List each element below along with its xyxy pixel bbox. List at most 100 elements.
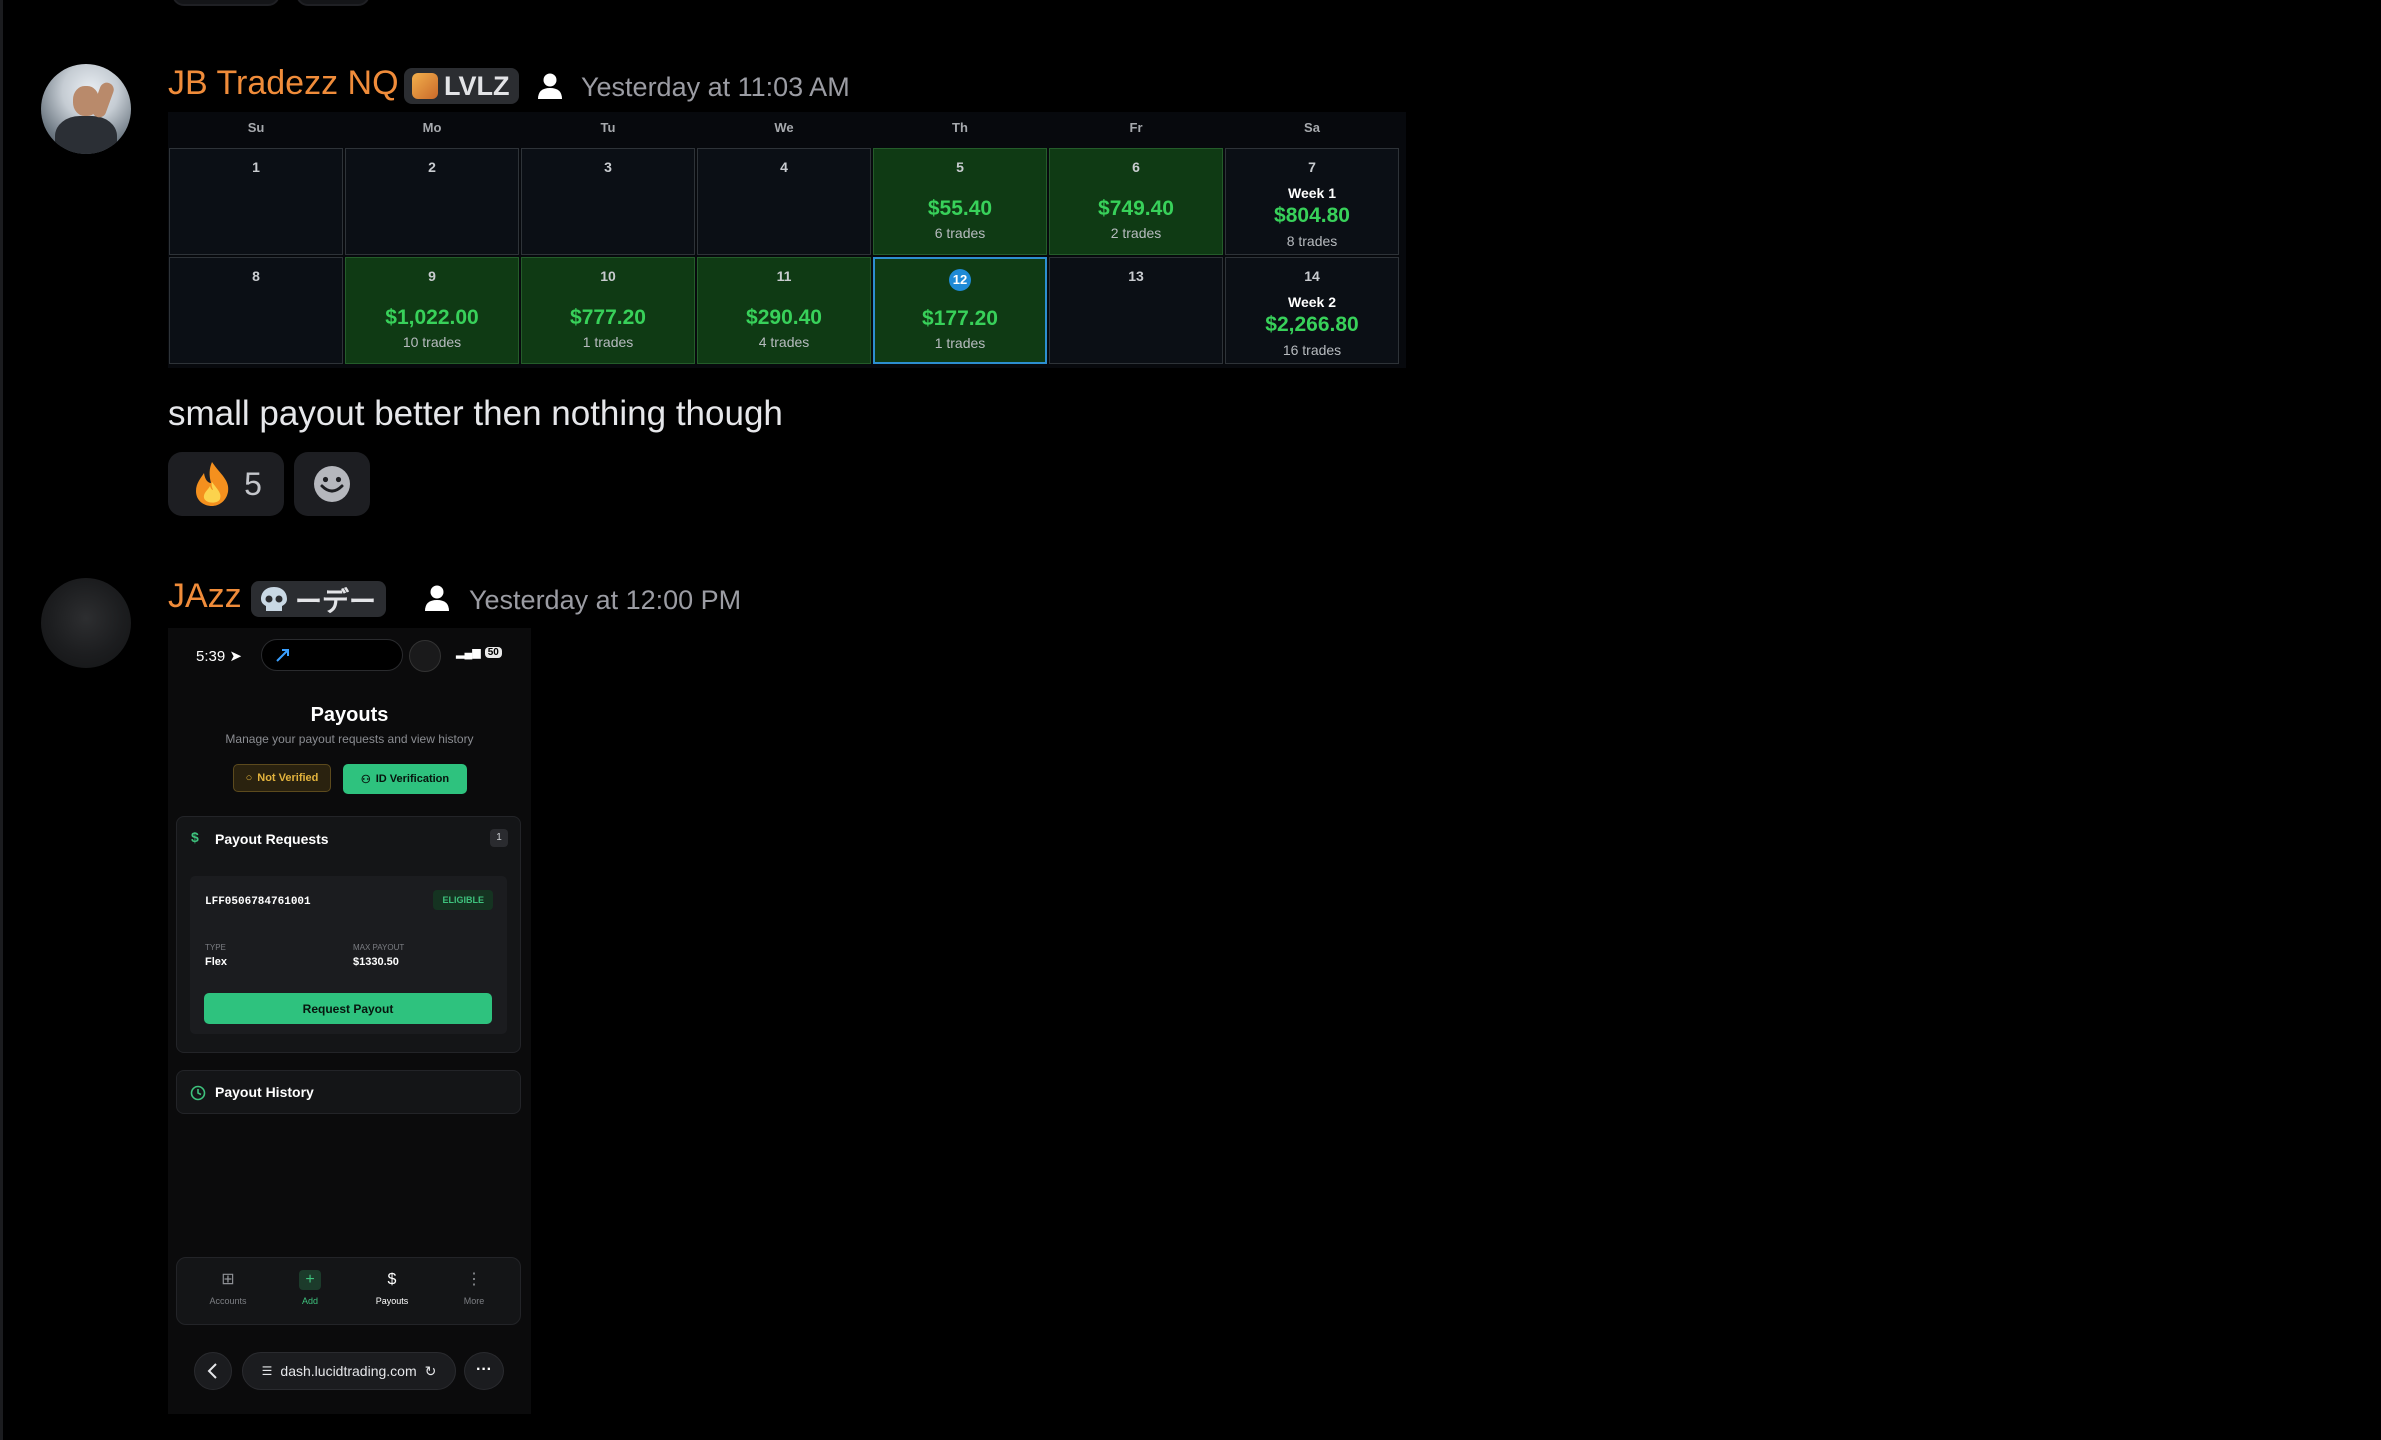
day-number: 6 (1132, 159, 1140, 175)
plus-icon: + (299, 1270, 321, 1290)
skull-icon (261, 587, 287, 611)
signal-icon: ▂▄▆ (456, 647, 481, 659)
week-pnl: $2,266.80 (1265, 313, 1359, 336)
avatar[interactable] (41, 64, 131, 154)
channel-left-edge (0, 0, 3, 1440)
calendar-day: 1 (169, 148, 343, 255)
day-number: 3 (604, 159, 612, 175)
status-badge: ELIGIBLE (433, 890, 493, 910)
weekday-header: Th (952, 120, 968, 135)
tab-payouts[interactable]: $ Payouts (357, 1270, 427, 1306)
day-trades: 1 trades (934, 335, 986, 351)
person-icon (538, 73, 562, 99)
role-badge[interactable]: LVLZ (404, 68, 520, 104)
account-id: LFF0506784761001 (205, 896, 311, 908)
day-trades: 6 trades (934, 225, 986, 241)
reload-icon[interactable]: ↻ (425, 1363, 437, 1380)
count-badge: 1 (490, 829, 508, 847)
calendar-day: 11 $290.40 4 trades (697, 257, 871, 364)
day-number: 7 (1308, 159, 1316, 175)
calendar-day: 10 $777.20 1 trades (521, 257, 695, 364)
reaction-count: 5 (244, 465, 262, 502)
day-trades: 10 trades (402, 334, 462, 350)
warning-icon: ○ (245, 772, 253, 784)
site-settings-icon: ☰ (261, 1364, 273, 1378)
request-payout-button[interactable]: Request Payout (204, 993, 492, 1024)
not-verified-badge: ○ Not Verified (233, 764, 331, 792)
tab-add[interactable]: + Add (275, 1270, 345, 1306)
phone-screenshot-attachment[interactable]: 5:39 ➤ ▂▄▆ 50 Payouts Manage your payout… (168, 628, 531, 1414)
weekday-header: Fr (1129, 120, 1143, 135)
avatar[interactable] (41, 578, 131, 668)
weekday-header: Sa (1304, 120, 1320, 135)
browser-back-button[interactable] (194, 1352, 232, 1390)
dollar-icon: $ (387, 1271, 397, 1288)
more-vertical-icon: ⋮ (466, 1271, 482, 1288)
id-verification-button[interactable]: ⚇ ID Verification (343, 764, 467, 794)
tab-more[interactable]: ⋮ More (439, 1270, 509, 1306)
day-trades: 4 trades (758, 334, 810, 350)
add-reaction-button[interactable] (294, 452, 370, 516)
day-number: 8 (252, 268, 260, 284)
day-pnl: $749.40 (1098, 197, 1174, 220)
browser-more-button[interactable]: ··· (464, 1352, 504, 1390)
smiley-icon (314, 466, 350, 502)
bottom-tab-bar: ⊞ Accounts + Add $ Payouts ⋮ More (176, 1257, 521, 1325)
page-subtitle: Manage your payout requests and view his… (225, 732, 474, 746)
calendar-day: 5 $55.40 6 trades (873, 148, 1047, 255)
week-pnl: $804.80 (1274, 204, 1350, 227)
weekday-header: Tu (600, 120, 616, 135)
max-payout-label: MAX PAYOUT (353, 943, 405, 952)
clock-icon (190, 1085, 206, 1101)
reaction-fire[interactable]: 5 (168, 452, 284, 516)
day-number: 1 (252, 159, 260, 175)
day-number: 2 (428, 159, 436, 175)
day-number: 9 (428, 268, 436, 284)
tab-accounts[interactable]: ⊞ Accounts (193, 1270, 263, 1306)
button-label: ID Verification (375, 773, 450, 785)
week-summary: 14 Week 2 $2,266.80 16 trades (1225, 257, 1399, 364)
day-number: 14 (1304, 268, 1320, 284)
type-value: Flex (205, 956, 228, 968)
day-number: 13 (1128, 268, 1144, 284)
calendar-day: 6 $749.40 2 trades (1049, 148, 1223, 255)
day-pnl: $55.40 (927, 197, 993, 220)
week-trades: 8 trades (1286, 233, 1338, 249)
week-label: Week 2 (1288, 294, 1336, 310)
max-payout-value: $1330.50 (353, 956, 399, 968)
username[interactable]: JAzz (168, 577, 242, 616)
status-icons: ▂▄▆ 50 (456, 646, 502, 659)
previous-reaction-add[interactable] (296, 0, 370, 6)
day-pnl: $290.40 (746, 306, 822, 329)
week-summary: 7 Week 1 $804.80 8 trades (1225, 148, 1399, 255)
payout-history-card[interactable]: Payout History (176, 1070, 521, 1114)
calendar-day: 13 (1049, 257, 1223, 364)
dollar-icon: $ (191, 829, 199, 845)
calendar-day: 4 (697, 148, 871, 255)
timestamp: Yesterday at 12:00 PM (469, 585, 742, 615)
calendar-day-selected: 12 $177.20 1 trades (873, 257, 1047, 364)
previous-reaction[interactable] (172, 0, 280, 6)
arrow-icon (276, 649, 289, 662)
day-number: 5 (956, 159, 964, 175)
day-number: 12 (875, 269, 1045, 291)
role-emoji-icon (412, 73, 438, 99)
chevron-left-icon (207, 1363, 217, 1379)
browser-address-bar[interactable]: ☰ dash.lucidtrading.com ↻ (242, 1352, 456, 1390)
calendar-day: 8 (169, 257, 343, 364)
weekday-header: Mo (422, 120, 442, 135)
calendar-day: 9 $1,022.00 10 trades (345, 257, 519, 364)
fire-icon (196, 462, 229, 506)
battery-icon: 50 (484, 647, 502, 658)
role-badge-label: LVLZ (444, 70, 510, 101)
card-title: Payout Requests (215, 831, 329, 847)
person-icon (425, 585, 449, 611)
username[interactable]: JB Tradezz NQ (168, 64, 399, 103)
status-time: 5:39 ➤ (196, 648, 242, 665)
day-pnl: $777.20 (570, 306, 646, 329)
day-pnl: $1,022.00 (385, 306, 479, 329)
payout-requests-card: $ Payout Requests 1 LFF0506784761001 ELI… (176, 816, 521, 1053)
page-title: Payouts (310, 704, 389, 726)
role-badge[interactable]: ーデー (251, 581, 386, 617)
user-icon: ⚇ (360, 773, 371, 786)
